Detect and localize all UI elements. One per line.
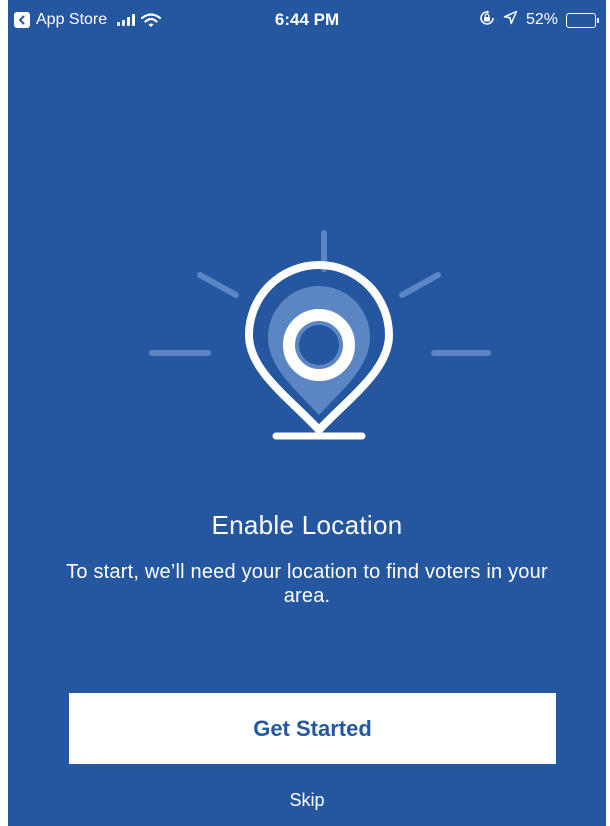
get-started-button[interactable]: Get Started xyxy=(69,693,556,764)
battery-percent: 52% xyxy=(525,11,558,28)
location-pin-icon xyxy=(149,230,491,440)
status-bar-right: 52% xyxy=(479,10,599,31)
battery-icon xyxy=(566,12,599,28)
location-arrow-icon xyxy=(503,10,518,30)
pin-center xyxy=(299,325,339,365)
skip-link[interactable]: Skip xyxy=(8,790,606,811)
ray-upper-right xyxy=(399,272,441,298)
ray-upper-left xyxy=(197,272,239,298)
page-title: Enable Location xyxy=(211,510,403,540)
page-description: To start, we’ll need your location to fi… xyxy=(66,561,548,607)
location-onboarding-screen: App Store 6:44 PM 52% Enable Location To… xyxy=(8,0,606,826)
orientation-lock-icon xyxy=(479,10,495,31)
status-bar: App Store 6:44 PM 52% xyxy=(8,0,606,40)
battery-tip xyxy=(597,17,599,23)
